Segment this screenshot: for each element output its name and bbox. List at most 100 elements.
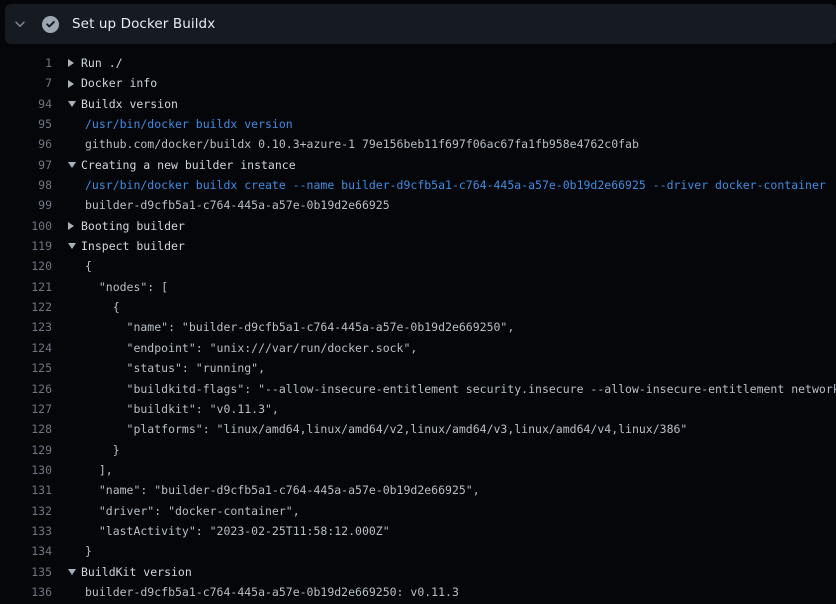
log-text: "platforms": "linux/amd64,linux/amd64/v2… <box>85 419 687 439</box>
log-line: 123 "name": "builder-d9cfb5a1-c764-445a-… <box>0 317 836 337</box>
line-number[interactable]: 127 <box>0 399 52 419</box>
log-text-line: "endpoint": "unix:///var/run/docker.sock… <box>68 338 417 358</box>
log-line: 95/usr/bin/docker buildx version <box>0 114 836 134</box>
line-number[interactable]: 96 <box>0 134 52 154</box>
log-line: 129 } <box>0 440 836 460</box>
log-text-line: "buildkit": "v0.11.3", <box>68 399 279 419</box>
line-number[interactable]: 133 <box>0 521 52 541</box>
line-number[interactable]: 120 <box>0 256 52 276</box>
line-number[interactable]: 94 <box>0 94 52 114</box>
log-line: 135 BuildKit version <box>0 562 836 582</box>
log-line: 97 Creating a new builder instance <box>0 155 836 175</box>
log-text: "endpoint": "unix:///var/run/docker.sock… <box>85 338 417 358</box>
log-text: "name": "builder-d9cfb5a1-c764-445a-a57e… <box>85 317 514 337</box>
log-text: Docker info <box>81 73 157 93</box>
log-text-line: ], <box>68 460 113 480</box>
log-text-line: "driver": "docker-container", <box>68 501 300 521</box>
line-number[interactable]: 119 <box>0 236 52 256</box>
line-number[interactable]: 125 <box>0 358 52 378</box>
log-line: 98/usr/bin/docker buildx create --name b… <box>0 175 836 195</box>
triangle-expanded-icon[interactable] <box>68 101 81 107</box>
line-number[interactable]: 97 <box>0 155 52 175</box>
log-text: { <box>85 256 92 276</box>
log-line: 122 { <box>0 297 836 317</box>
log-text: Creating a new builder instance <box>81 155 296 175</box>
log-group-header[interactable]: Buildx version <box>68 94 178 114</box>
line-number[interactable]: 129 <box>0 440 52 460</box>
step-header[interactable]: Set up Docker Buildx <box>5 4 836 44</box>
line-number[interactable]: 135 <box>0 562 52 582</box>
log-line: 134} <box>0 541 836 561</box>
log-text: Inspect builder <box>81 236 185 256</box>
log-text-line: "buildkitd-flags": "--allow-insecure-ent… <box>68 379 836 399</box>
log-text: /usr/bin/docker buildx version <box>85 114 293 134</box>
log-line: 136 builder-d9cfb5a1-c764-445a-a57e-0b19d… <box>0 582 836 602</box>
line-number[interactable]: 123 <box>0 317 52 337</box>
line-number[interactable]: 124 <box>0 338 52 358</box>
log-text: } <box>85 541 92 561</box>
step-title: Set up Docker Buildx <box>72 16 215 32</box>
log-line: 7 Docker info <box>0 73 836 93</box>
log-text: "status": "running", <box>85 358 265 378</box>
log-line: 128 "platforms": "linux/amd64,linux/amd6… <box>0 419 836 439</box>
log-group-header[interactable]: Booting builder <box>68 216 185 236</box>
line-number[interactable]: 136 <box>0 582 52 602</box>
log-text: builder-d9cfb5a1-c764-445a-a57e-0b19d2e6… <box>85 582 459 602</box>
log-text-line: { <box>68 297 120 317</box>
chevron-down-icon[interactable] <box>5 17 35 31</box>
triangle-expanded-icon[interactable] <box>68 243 81 249</box>
triangle-expanded-icon[interactable] <box>68 162 81 168</box>
line-number[interactable]: 126 <box>0 379 52 399</box>
log-text-line: builder-d9cfb5a1-c764-445a-a57e-0b19d2e6… <box>68 195 390 215</box>
log-line: 124 "endpoint": "unix:///var/run/docker.… <box>0 338 836 358</box>
triangle-expanded-icon[interactable] <box>68 569 81 575</box>
log-line: 100 Booting builder <box>0 216 836 236</box>
log-text: BuildKit version <box>81 562 192 582</box>
log-group-header[interactable]: Inspect builder <box>68 236 185 256</box>
log-text: { <box>85 297 120 317</box>
line-number[interactable]: 98 <box>0 175 52 195</box>
line-number[interactable]: 121 <box>0 277 52 297</box>
line-number[interactable]: 131 <box>0 480 52 500</box>
line-number[interactable]: 95 <box>0 114 52 134</box>
triangle-collapsed-icon[interactable] <box>68 59 81 67</box>
triangle-collapsed-icon[interactable] <box>68 222 81 230</box>
line-number[interactable]: 128 <box>0 419 52 439</box>
line-number[interactable]: 134 <box>0 541 52 561</box>
log-text-line: "lastActivity": "2023-02-25T11:58:12.000… <box>68 521 390 541</box>
log-group-header[interactable]: BuildKit version <box>68 562 192 582</box>
log-group-header[interactable]: Run ./ <box>68 53 123 73</box>
line-number[interactable]: 122 <box>0 297 52 317</box>
log-line: 96 github.com/docker/buildx 0.10.3+azure-… <box>0 134 836 154</box>
line-number[interactable]: 99 <box>0 195 52 215</box>
log-text-line: "platforms": "linux/amd64,linux/amd64/v2… <box>68 419 687 439</box>
log-text: } <box>85 440 120 460</box>
line-number[interactable]: 130 <box>0 460 52 480</box>
log-text: builder-d9cfb5a1-c764-445a-a57e-0b19d2e6… <box>85 195 390 215</box>
log-text: github.com/docker/buildx 0.10.3+azure-1 … <box>85 134 639 154</box>
log-text: /usr/bin/docker buildx create --name bui… <box>85 175 826 195</box>
log-text-line: "name": "builder-d9cfb5a1-c764-445a-a57e… <box>68 480 480 500</box>
log-text: Booting builder <box>81 216 185 236</box>
log-text: "buildkit": "v0.11.3", <box>85 399 279 419</box>
log-group-header[interactable]: Creating a new builder instance <box>68 155 296 175</box>
line-number[interactable]: 100 <box>0 216 52 236</box>
line-number[interactable]: 132 <box>0 501 52 521</box>
log-text-line: "name": "builder-d9cfb5a1-c764-445a-a57e… <box>68 317 514 337</box>
log-lines: 1Run ./7Docker info94Buildx version95/us… <box>0 47 836 604</box>
log-text: Buildx version <box>81 94 178 114</box>
line-number[interactable]: 7 <box>0 73 52 93</box>
log-text-line: /usr/bin/docker buildx create --name bui… <box>68 175 826 195</box>
log-line: 1 Run ./ <box>0 53 836 73</box>
line-number[interactable]: 1 <box>0 53 52 73</box>
log-text-line: "nodes": [ <box>68 277 168 297</box>
log-line: 130 ], <box>0 460 836 480</box>
log-group-header[interactable]: Docker info <box>68 73 157 93</box>
log-line: 119 Inspect builder <box>0 236 836 256</box>
log-text-line: github.com/docker/buildx 0.10.3+azure-1 … <box>68 134 639 154</box>
check-circle-icon <box>42 16 59 33</box>
triangle-collapsed-icon[interactable] <box>68 80 81 88</box>
log-text-line: } <box>68 541 92 561</box>
log-line: 125 "status": "running", <box>0 358 836 378</box>
log-line: 131 "name": "builder-d9cfb5a1-c764-445a-… <box>0 480 836 500</box>
